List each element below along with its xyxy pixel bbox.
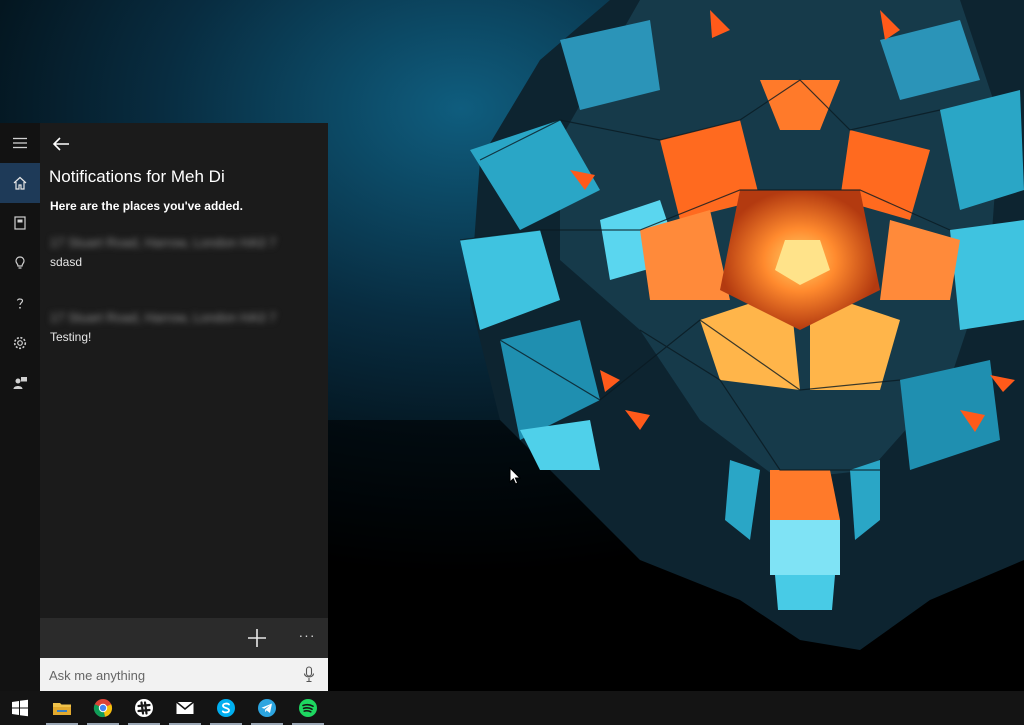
page-title: Notifications for Meh Di	[49, 167, 225, 186]
mail-icon[interactable]	[165, 691, 205, 725]
place-note: Testing!	[50, 330, 92, 344]
list-item[interactable]: 17 Stuart Road, Harrow, London HA3 7 sda…	[50, 233, 300, 269]
search-box[interactable]	[40, 658, 328, 691]
microphone-icon[interactable]	[303, 666, 315, 683]
chrome-icon[interactable]	[83, 691, 123, 725]
cortana-content: Notifications for Meh Di Here are the pl…	[40, 123, 328, 691]
menu-icon[interactable]	[0, 123, 40, 163]
notebook-icon[interactable]	[0, 203, 40, 243]
page-subtitle: Here are the places you've added.	[50, 199, 243, 213]
windows-start-icon[interactable]	[0, 691, 40, 725]
feedback-icon[interactable]	[0, 363, 40, 403]
add-button[interactable]	[246, 627, 268, 649]
command-bar: ···	[40, 618, 328, 658]
telegram-icon[interactable]	[247, 691, 287, 725]
place-note: sdasd	[50, 255, 83, 269]
more-options-button[interactable]: ···	[295, 627, 319, 649]
list-item[interactable]: 17 Stuart Road, Harrow, London HA3 7 Tes…	[50, 308, 300, 344]
lightbulb-icon[interactable]	[0, 243, 40, 283]
place-address: 17 Stuart Road, Harrow, London HA3 7	[50, 310, 277, 325]
plus-icon	[248, 629, 266, 647]
cortana-panel: Notifications for Meh Di Here are the pl…	[0, 123, 328, 691]
file-explorer-icon[interactable]	[42, 691, 82, 725]
back-arrow-icon	[52, 137, 69, 151]
cortana-side-rail	[0, 123, 40, 691]
spotify-icon[interactable]	[288, 691, 328, 725]
slack-icon[interactable]	[124, 691, 164, 725]
skype-icon[interactable]	[206, 691, 246, 725]
home-icon[interactable]	[0, 163, 40, 203]
taskbar	[0, 691, 1024, 725]
settings-icon[interactable]	[0, 323, 40, 363]
back-button[interactable]	[50, 133, 72, 155]
help-icon[interactable]	[0, 283, 40, 323]
place-address: 17 Stuart Road, Harrow, London HA3 7	[50, 235, 277, 250]
search-input[interactable]	[49, 666, 289, 684]
mouse-cursor-icon	[509, 467, 521, 485]
